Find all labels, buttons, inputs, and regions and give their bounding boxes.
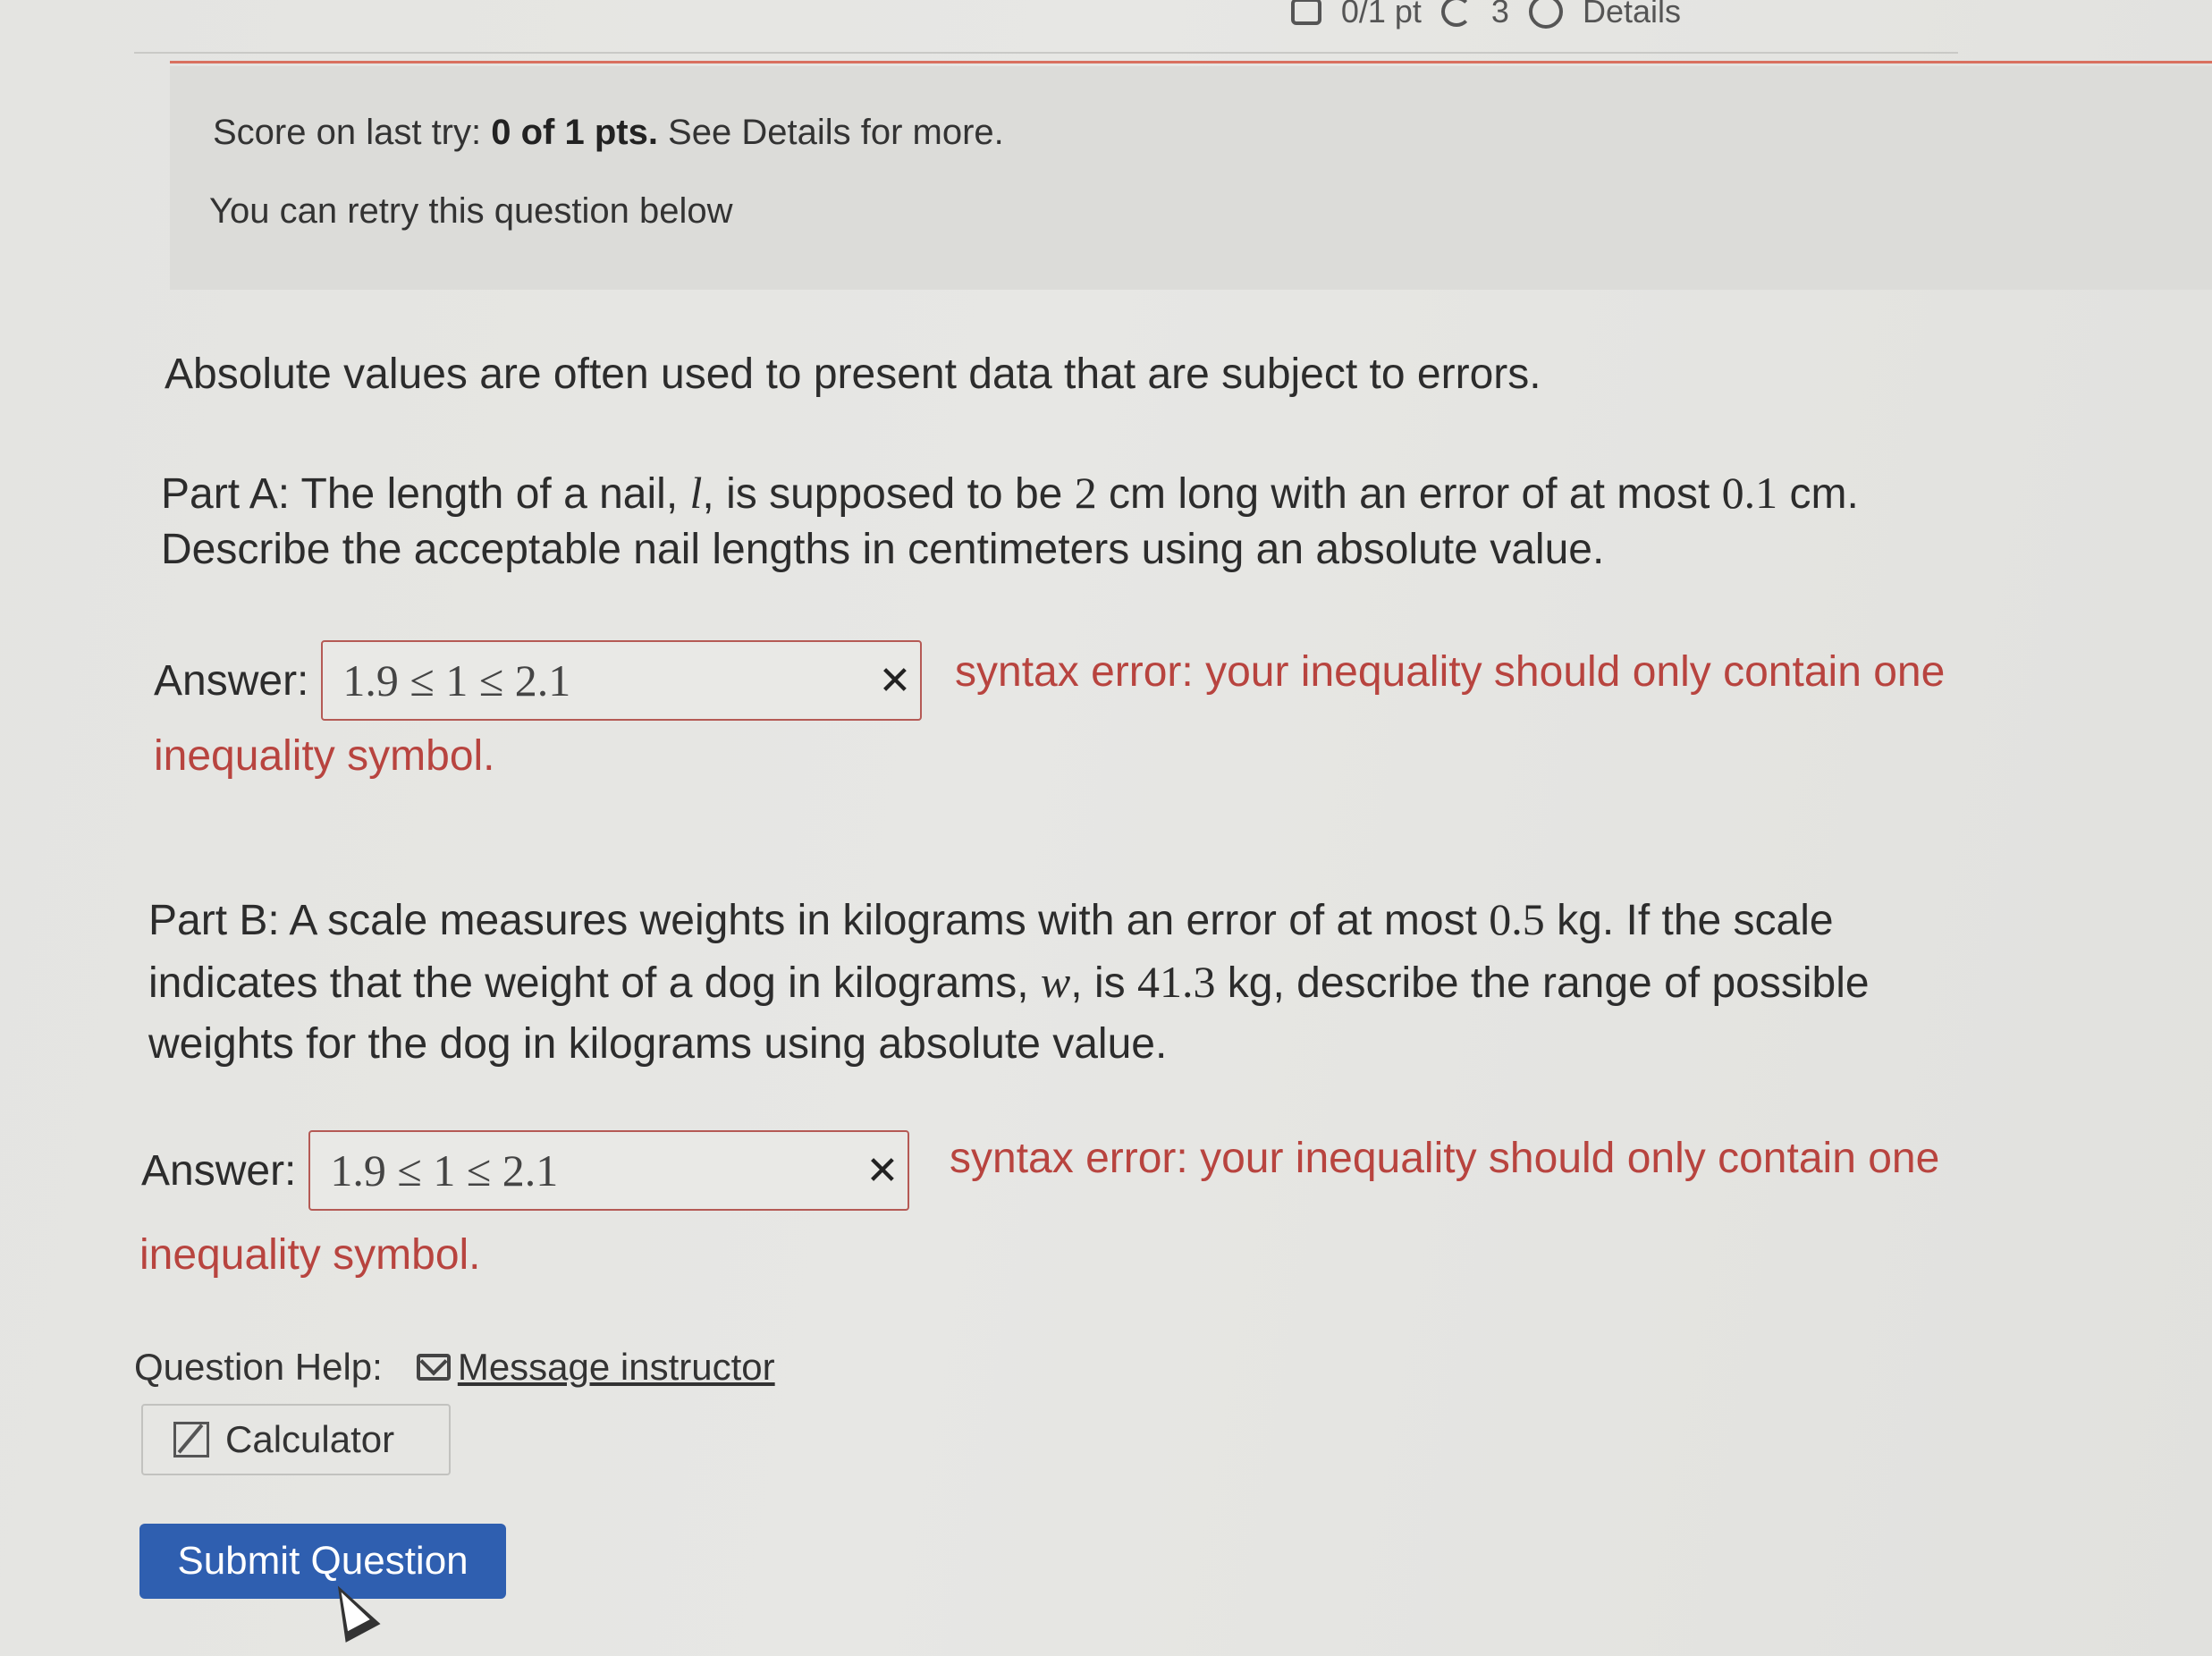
part-a-length: 2 bbox=[1074, 468, 1097, 518]
error-message-a: syntax error: your inequality should onl… bbox=[955, 648, 1946, 696]
score-line: Score on last try: 0 of 1 pts. See Detai… bbox=[213, 113, 1004, 153]
info-icon[interactable] bbox=[1528, 0, 1563, 29]
part-b-text-5: kg, describe the range of possible bbox=[1215, 959, 1870, 1007]
retry-message: You can retry this question below bbox=[209, 191, 733, 231]
part-b-text-3: indicates that the weight of a dog in ki… bbox=[148, 959, 1041, 1007]
error-message-b: syntax error: your inequality should onl… bbox=[950, 1135, 1940, 1182]
part-a-error: 0.1 bbox=[1721, 468, 1778, 518]
answer-label: Answer: bbox=[154, 656, 309, 705]
calculator-label: Calculator bbox=[225, 1418, 395, 1460]
part-a-text-1: Part A: The length of a nail, bbox=[161, 470, 690, 518]
part-b-text: Part B: A scale measures weights in kilo… bbox=[148, 889, 1870, 1075]
part-a-text-4: cm. bbox=[1777, 470, 1859, 518]
message-instructor-link[interactable]: Message instructor bbox=[458, 1346, 775, 1389]
score-suffix: See Details for more. bbox=[657, 113, 1004, 152]
answer-value: 1.9 ≤ 1 ≤ 2.1 bbox=[342, 655, 571, 705]
part-a-variable: l bbox=[689, 468, 703, 518]
part-a-text-3: cm long with an error of at most bbox=[1096, 470, 1722, 518]
close-icon[interactable]: ✕ bbox=[866, 1148, 899, 1194]
part-a-text-2: , is supposed to be bbox=[702, 470, 1075, 518]
answer-row-a: Answer: 1.9 ≤ 1 ≤ 2.1 ✕ bbox=[154, 640, 923, 721]
part-b-text-6: weights for the dog in kilograms using a… bbox=[148, 1020, 1168, 1068]
divider bbox=[170, 61, 2212, 63]
question-help: Question Help: Message instructor bbox=[134, 1346, 775, 1389]
question-intro: Absolute values are often used to presen… bbox=[165, 351, 1541, 398]
retry-icon bbox=[1440, 0, 1472, 27]
question-help-label: Question Help: bbox=[134, 1346, 383, 1388]
points-text: 0/1 pt bbox=[1340, 0, 1422, 30]
part-b-error: 0.5 bbox=[1489, 894, 1545, 944]
close-icon[interactable]: ✕ bbox=[879, 658, 912, 704]
details-link[interactable]: Details bbox=[1583, 0, 1681, 30]
score-panel: Score on last try: 0 of 1 pts. See Detai… bbox=[170, 66, 2212, 290]
score-value: 0 of 1 pts. bbox=[491, 113, 658, 152]
calculator-button[interactable]: Calculator bbox=[141, 1404, 451, 1475]
calculator-icon bbox=[173, 1422, 209, 1457]
retries-count: 3 bbox=[1490, 0, 1509, 30]
answer-label: Answer: bbox=[141, 1146, 297, 1195]
header-bar: 0/1 pt 3 Details bbox=[134, 0, 1958, 54]
part-a-text: Part A: The length of a nail, l, is supp… bbox=[161, 465, 1859, 578]
answer-input-a[interactable]: 1.9 ≤ 1 ≤ 2.1 ✕ bbox=[321, 640, 923, 721]
answer-row-b: Answer: 1.9 ≤ 1 ≤ 2.1 ✕ bbox=[141, 1130, 910, 1211]
part-b-text-2: kg. If the scale bbox=[1544, 897, 1834, 944]
part-b-text-1: Part B: A scale measures weights in kilo… bbox=[148, 897, 1490, 944]
answer-input-b[interactable]: 1.9 ≤ 1 ≤ 2.1 ✕ bbox=[308, 1130, 910, 1211]
question-meta: 0/1 pt 3 Details bbox=[1290, 0, 1681, 30]
answer-value: 1.9 ≤ 1 ≤ 2.1 bbox=[330, 1145, 559, 1196]
checkbox-icon bbox=[1290, 0, 1321, 25]
part-a-text-5: Describe the acceptable nail lengths in … bbox=[161, 526, 1605, 573]
score-prefix: Score on last try: bbox=[213, 113, 492, 152]
error-message-b-cont: inequality symbol. bbox=[139, 1231, 481, 1279]
part-b-weight: 41.3 bbox=[1136, 957, 1216, 1007]
part-b-text-4: , is bbox=[1070, 959, 1137, 1007]
mail-icon[interactable] bbox=[416, 1354, 451, 1381]
error-message-a-cont: inequality symbol. bbox=[154, 732, 495, 780]
submit-question-button[interactable]: Submit Question bbox=[139, 1524, 506, 1599]
part-b-variable: w bbox=[1040, 957, 1071, 1007]
page: 0/1 pt 3 Details Score on last try: 0 of… bbox=[0, 0, 2212, 1656]
